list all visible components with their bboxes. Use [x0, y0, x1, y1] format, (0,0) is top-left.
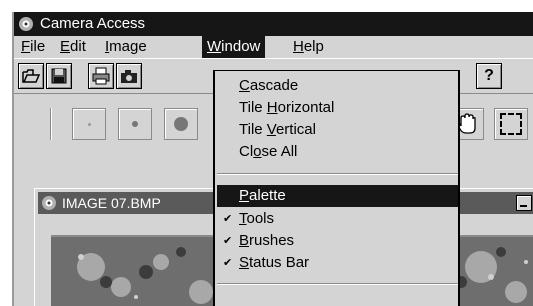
menu-help[interactable]: Help [288, 36, 329, 58]
camera-button[interactable] [116, 63, 142, 89]
menu-image-label: mage [109, 38, 147, 55]
menu-separator-2 [217, 283, 458, 285]
marquee-select-icon [500, 113, 522, 135]
palette-post: alette [249, 187, 286, 204]
palette-accel: P [239, 187, 250, 204]
brush-small-icon [132, 121, 138, 127]
close-all-pre: Cl [239, 143, 254, 160]
print-button[interactable] [88, 63, 114, 89]
menu-edit[interactable]: Edit [55, 36, 91, 58]
help-button[interactable]: ? [476, 63, 502, 89]
tile-vertical-accel: V [266, 121, 276, 138]
menu-item-brushes[interactable]: ✔ Brushes [217, 230, 458, 252]
tools-accel: T [239, 210, 247, 227]
open-folder-icon [22, 69, 41, 83]
brushes-post: rushes [249, 232, 295, 249]
menu-bar: File Edit Image Window Help [14, 36, 533, 58]
checkmark-icon: ✔ [223, 213, 233, 225]
marquee-select-button[interactable] [494, 108, 528, 140]
brush-medium-icon [174, 117, 188, 131]
cascade-post: ascade [249, 77, 299, 94]
menu-item-cascade[interactable]: Cascade [217, 75, 458, 97]
menu-window-accel: W [207, 38, 222, 55]
menu-item-tile-vertical[interactable]: Tile Vertical [217, 119, 458, 141]
menu-item-status-bar[interactable]: ✔ Status Bar [217, 252, 458, 274]
app-screen: Camera Access File Edit Image Window Hel… [12, 12, 533, 306]
menu-file-label: ile [30, 38, 46, 55]
window-menu-dropdown: Cascade Tile Horizontal Tile Vertical Cl… [213, 70, 460, 306]
save-button[interactable] [46, 63, 72, 89]
camera-icon [121, 70, 137, 83]
menu-item-close-all[interactable]: Close All [217, 141, 458, 163]
tools-post: ools [246, 210, 275, 227]
menu-help-label: elp [303, 38, 324, 55]
save-disk-icon [51, 68, 67, 84]
close-all-accel: o [253, 143, 262, 160]
menu-item-tools[interactable]: ✔ Tools [217, 208, 458, 230]
menu-edit-label: dit [70, 38, 86, 55]
menu-item-palette[interactable]: Palette [217, 185, 458, 207]
close-all-post: se All [261, 143, 298, 160]
menu-file-accel: F [21, 38, 31, 55]
menu-file[interactable]: File [16, 36, 50, 58]
brush-tiny-icon [87, 122, 91, 126]
menu-item-tile-horizontal[interactable]: Tile Horizontal [217, 97, 458, 119]
menu-help-accel: H [293, 38, 304, 55]
status-bar-post: tatus Bar [249, 254, 310, 271]
minimize-button[interactable] [516, 195, 532, 211]
tile-horizontal-pre: Tile [239, 99, 267, 116]
cascade-accel: C [239, 77, 250, 94]
camera-app-icon [19, 17, 33, 31]
checkmark-icon: ✔ [223, 235, 233, 247]
open-button[interactable] [18, 63, 44, 89]
child-title: IMAGE 07.BMP [62, 195, 161, 211]
app-title: Camera Access [40, 15, 146, 32]
menu-window-label: indow [221, 38, 261, 55]
print-icon [92, 67, 110, 85]
menu-separator [217, 173, 458, 175]
brush-medium-button[interactable] [164, 108, 198, 140]
tile-vertical-post: ertical [275, 121, 316, 138]
brush-small-button[interactable] [118, 108, 152, 140]
help-icon: ? [484, 67, 494, 84]
menu-image[interactable]: Image [100, 36, 152, 58]
toolbar-separator [50, 108, 52, 140]
tile-horizontal-accel: H [266, 99, 278, 116]
tile-horizontal-post: orizontal [277, 99, 335, 116]
app-title-bar: Camera Access [14, 12, 533, 36]
brush-tiny-button[interactable] [72, 108, 106, 140]
menu-window[interactable]: Window [202, 36, 266, 58]
status-bar-accel: S [239, 254, 250, 271]
image-app-icon [42, 196, 56, 210]
menu-edit-accel: E [60, 38, 71, 55]
checkmark-icon: ✔ [223, 257, 233, 269]
tile-vertical-pre: Tile [239, 121, 267, 138]
brushes-accel: B [239, 232, 250, 249]
